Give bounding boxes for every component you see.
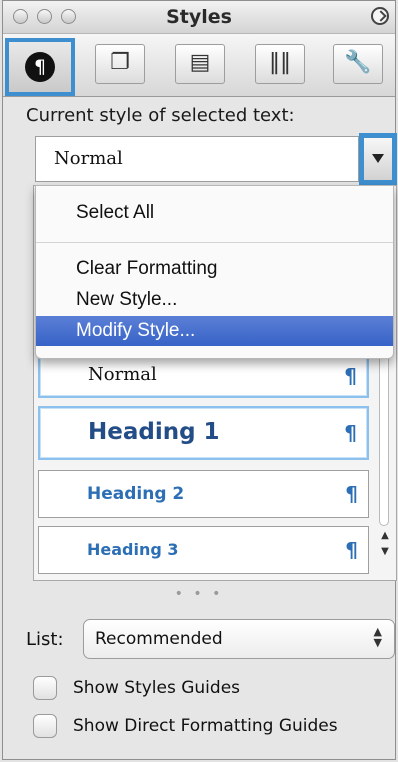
show-direct-formatting-guides-label: Show Direct Formatting Guides [73, 716, 338, 736]
show-styles-guides-checkbox[interactable] [33, 676, 57, 700]
style-item-heading-1[interactable]: Heading 1 ¶ [38, 406, 369, 460]
refresh-icon[interactable] [371, 7, 389, 25]
copy-pages-icon: ❐ [110, 50, 130, 75]
show-direct-formatting-guides-checkbox[interactable] [33, 714, 57, 738]
wrench-icon: 🔧 [344, 50, 372, 75]
style-name: Heading 3 [87, 540, 179, 559]
current-style-value: Normal [54, 148, 123, 169]
image-gallery-icon: ▤ [189, 50, 211, 75]
paragraph-mark-icon: ¶ [345, 482, 358, 506]
list-label: List: [26, 629, 64, 650]
menu-separator [36, 242, 393, 243]
resize-handle[interactable]: • • • [3, 586, 395, 602]
tab-tools[interactable]: 🔧 [321, 40, 395, 90]
tab-columns[interactable]: ‖‖ [243, 40, 317, 90]
tab-copy[interactable]: ❐ [83, 40, 157, 90]
menu-item-new-style[interactable]: New Style... [36, 285, 393, 315]
menu-item-clear-formatting[interactable]: Clear Formatting [36, 254, 393, 284]
current-style-field[interactable]: Normal [35, 136, 359, 182]
paragraph-mark-icon: ¶ [345, 538, 358, 562]
scroll-up-arrow-icon[interactable]: ▲ [376, 530, 394, 544]
paragraph-mark-icon: ¶ [344, 421, 357, 445]
paragraph-styles-icon: ¶ [25, 52, 55, 82]
window-title: Styles [166, 6, 232, 28]
palette-toolbar: ¶ ❐ ▤ ‖‖ 🔧 [3, 34, 395, 97]
list-select-value: Recommended [95, 629, 223, 649]
show-styles-guides-label: Show Styles Guides [73, 678, 241, 698]
paragraph-mark-icon: ¶ [344, 364, 357, 388]
current-style-label: Current style of selected text: [26, 105, 295, 126]
styles-palette-window: Styles ¶ ❐ ▤ ‖‖ 🔧 Current style of selec… [2, 0, 397, 760]
list-select[interactable]: Recommended ▲ ▼ [83, 619, 395, 659]
style-name: Heading 2 [87, 484, 185, 504]
stepper-arrows-icon: ▲ ▼ [373, 625, 382, 649]
title-bar[interactable]: Styles [3, 1, 395, 34]
style-name: Heading 1 [88, 419, 220, 445]
tab-styles[interactable]: ¶ [3, 38, 77, 96]
style-item-heading-3[interactable]: Heading 3 ¶ [38, 526, 369, 574]
style-item-heading-2[interactable]: Heading 2 ¶ [38, 470, 369, 518]
style-dropdown-button[interactable] [359, 133, 397, 185]
menu-item-select-all[interactable]: Select All [36, 198, 393, 228]
columns-icon: ‖‖ [269, 50, 291, 75]
tab-gallery[interactable]: ▤ [163, 40, 237, 90]
menu-item-modify-style[interactable]: Modify Style... [36, 316, 393, 346]
style-name: Normal [88, 364, 157, 385]
style-action-menu: Select All Clear Formatting New Style...… [35, 185, 394, 359]
scroll-down-arrow-icon[interactable]: ▼ [376, 546, 394, 560]
